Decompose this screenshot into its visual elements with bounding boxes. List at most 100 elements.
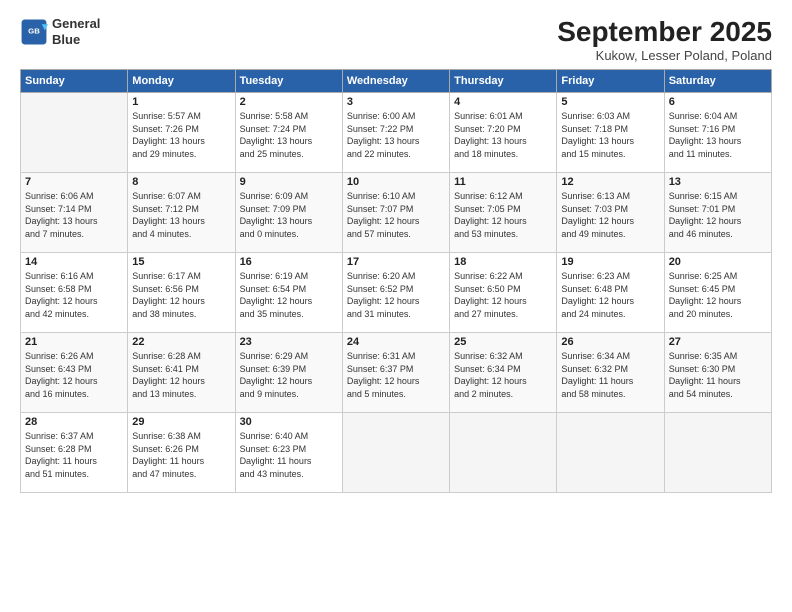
calendar-cell: 6 Sunrise: 6:04 AM Sunset: 7:16 PM Daylig…	[664, 93, 771, 173]
day-number: 10	[347, 176, 445, 188]
calendar-cell: 23Sunrise: 6:29 AM Sunset: 6:39 PM Dayli…	[235, 333, 342, 413]
calendar-cell: 18 Sunrise: 6:22 AM Sunset: 6:50 PM Dayli…	[450, 253, 557, 333]
calendar-cell: 27 Sunrise: 6:35 AM Sunset: 6:30 PM Dayli…	[664, 333, 771, 413]
day-info: Sunrise: 6:25 AM Sunset: 6:45 PM Dayligh…	[669, 270, 767, 320]
day-info: Sunrise: 5:57 AM Sunset: 7:26 PM Dayligh…	[132, 110, 230, 160]
calendar-cell	[342, 413, 449, 493]
calendar-cell: 19Sunrise: 6:23 AM Sunset: 6:48 PM Dayli…	[557, 253, 664, 333]
calendar-cell: 1 Sunrise: 5:57 AM Sunset: 7:26 PM Daylig…	[128, 93, 235, 173]
location-subtitle: Kukow, Lesser Poland, Poland	[557, 48, 772, 63]
calendar-cell: 29 Sunrise: 6:38 AM Sunset: 6:26 PM Dayli…	[128, 413, 235, 493]
calendar-cell: 30 Sunrise: 6:40 AM Sunset: 6:23 PM Dayli…	[235, 413, 342, 493]
logo-line2: Blue	[52, 32, 80, 47]
calendar-cell: 13 Sunrise: 6:15 AM Sunset: 7:01 PM Dayli…	[664, 173, 771, 253]
calendar-header-row: SundayMondayTuesdayWednesdayThursdayFrid…	[21, 70, 772, 93]
day-info: Sunrise: 6:01 AM Sunset: 7:20 PM Dayligh…	[454, 110, 552, 160]
calendar-cell: 9Sunrise: 6:09 AM Sunset: 7:09 PM Daylig…	[235, 173, 342, 253]
column-header-saturday: Saturday	[664, 70, 771, 93]
calendar-week-row: 7 Sunrise: 6:06 AM Sunset: 7:14 PM Daylig…	[21, 173, 772, 253]
calendar-cell: 20 Sunrise: 6:25 AM Sunset: 6:45 PM Dayli…	[664, 253, 771, 333]
calendar-cell	[450, 413, 557, 493]
day-number: 28	[25, 416, 123, 428]
calendar-cell: 10 Sunrise: 6:10 AM Sunset: 7:07 PM Dayli…	[342, 173, 449, 253]
day-number: 1	[132, 96, 230, 108]
calendar-cell: 22 Sunrise: 6:28 AM Sunset: 6:41 PM Dayli…	[128, 333, 235, 413]
calendar-cell	[21, 93, 128, 173]
column-header-monday: Monday	[128, 70, 235, 93]
calendar-cell: 24 Sunrise: 6:31 AM Sunset: 6:37 PM Dayli…	[342, 333, 449, 413]
day-number: 27	[669, 336, 767, 348]
day-number: 3	[347, 96, 445, 108]
calendar-cell: 2Sunrise: 5:58 AM Sunset: 7:24 PM Daylig…	[235, 93, 342, 173]
day-info: Sunrise: 6:38 AM Sunset: 6:26 PM Dayligh…	[132, 430, 230, 480]
day-info: Sunrise: 6:20 AM Sunset: 6:52 PM Dayligh…	[347, 270, 445, 320]
day-number: 23	[240, 336, 338, 348]
day-number: 18	[454, 256, 552, 268]
day-number: 20	[669, 256, 767, 268]
calendar-cell: 14Sunrise: 6:16 AM Sunset: 6:58 PM Dayli…	[21, 253, 128, 333]
logo-line1: General	[52, 16, 100, 31]
calendar-cell	[664, 413, 771, 493]
day-number: 15	[132, 256, 230, 268]
day-info: Sunrise: 6:28 AM Sunset: 6:41 PM Dayligh…	[132, 350, 230, 400]
calendar-cell: 4Sunrise: 6:01 AM Sunset: 7:20 PM Daylig…	[450, 93, 557, 173]
day-info: Sunrise: 6:35 AM Sunset: 6:30 PM Dayligh…	[669, 350, 767, 400]
calendar-cell	[557, 413, 664, 493]
day-number: 6	[669, 96, 767, 108]
day-info: Sunrise: 6:34 AM Sunset: 6:32 PM Dayligh…	[561, 350, 659, 400]
day-info: Sunrise: 6:26 AM Sunset: 6:43 PM Dayligh…	[25, 350, 123, 400]
day-info: Sunrise: 6:06 AM Sunset: 7:14 PM Dayligh…	[25, 190, 123, 240]
day-info: Sunrise: 6:00 AM Sunset: 7:22 PM Dayligh…	[347, 110, 445, 160]
calendar-cell: 12Sunrise: 6:13 AM Sunset: 7:03 PM Dayli…	[557, 173, 664, 253]
day-number: 16	[240, 256, 338, 268]
day-info: Sunrise: 6:15 AM Sunset: 7:01 PM Dayligh…	[669, 190, 767, 240]
day-number: 22	[132, 336, 230, 348]
column-header-sunday: Sunday	[21, 70, 128, 93]
calendar-cell: 3 Sunrise: 6:00 AM Sunset: 7:22 PM Daylig…	[342, 93, 449, 173]
logo-text: General Blue	[52, 16, 100, 47]
day-info: Sunrise: 6:19 AM Sunset: 6:54 PM Dayligh…	[240, 270, 338, 320]
day-number: 7	[25, 176, 123, 188]
calendar-cell: 26 Sunrise: 6:34 AM Sunset: 6:32 PM Dayli…	[557, 333, 664, 413]
calendar-cell: 25 Sunrise: 6:32 AM Sunset: 6:34 PM Dayli…	[450, 333, 557, 413]
day-number: 17	[347, 256, 445, 268]
day-info: Sunrise: 6:03 AM Sunset: 7:18 PM Dayligh…	[561, 110, 659, 160]
calendar-week-row: 14Sunrise: 6:16 AM Sunset: 6:58 PM Dayli…	[21, 253, 772, 333]
day-number: 12	[561, 176, 659, 188]
day-number: 24	[347, 336, 445, 348]
day-number: 26	[561, 336, 659, 348]
day-info: Sunrise: 6:31 AM Sunset: 6:37 PM Dayligh…	[347, 350, 445, 400]
day-number: 29	[132, 416, 230, 428]
day-info: Sunrise: 6:16 AM Sunset: 6:58 PM Dayligh…	[25, 270, 123, 320]
day-info: Sunrise: 6:04 AM Sunset: 7:16 PM Dayligh…	[669, 110, 767, 160]
calendar-cell: 21Sunrise: 6:26 AM Sunset: 6:43 PM Dayli…	[21, 333, 128, 413]
calendar-cell: 16 Sunrise: 6:19 AM Sunset: 6:54 PM Dayli…	[235, 253, 342, 333]
calendar-cell: 17 Sunrise: 6:20 AM Sunset: 6:52 PM Dayli…	[342, 253, 449, 333]
day-number: 8	[132, 176, 230, 188]
logo-icon: GB	[20, 18, 48, 46]
column-header-thursday: Thursday	[450, 70, 557, 93]
title-block: September 2025 Kukow, Lesser Poland, Pol…	[557, 16, 772, 63]
calendar-week-row: 21Sunrise: 6:26 AM Sunset: 6:43 PM Dayli…	[21, 333, 772, 413]
day-number: 13	[669, 176, 767, 188]
column-header-wednesday: Wednesday	[342, 70, 449, 93]
calendar-week-row: 28Sunrise: 6:37 AM Sunset: 6:28 PM Dayli…	[21, 413, 772, 493]
calendar-cell: 5Sunrise: 6:03 AM Sunset: 7:18 PM Daylig…	[557, 93, 664, 173]
day-info: Sunrise: 6:22 AM Sunset: 6:50 PM Dayligh…	[454, 270, 552, 320]
day-info: Sunrise: 5:58 AM Sunset: 7:24 PM Dayligh…	[240, 110, 338, 160]
day-number: 9	[240, 176, 338, 188]
calendar-cell: 15Sunrise: 6:17 AM Sunset: 6:56 PM Dayli…	[128, 253, 235, 333]
logo: GB General Blue	[20, 16, 100, 47]
day-info: Sunrise: 6:40 AM Sunset: 6:23 PM Dayligh…	[240, 430, 338, 480]
day-info: Sunrise: 6:12 AM Sunset: 7:05 PM Dayligh…	[454, 190, 552, 240]
calendar-container: GB General Blue September 2025 Kukow, Le…	[0, 0, 792, 612]
day-info: Sunrise: 6:23 AM Sunset: 6:48 PM Dayligh…	[561, 270, 659, 320]
day-info: Sunrise: 6:32 AM Sunset: 6:34 PM Dayligh…	[454, 350, 552, 400]
day-info: Sunrise: 6:10 AM Sunset: 7:07 PM Dayligh…	[347, 190, 445, 240]
calendar-table: SundayMondayTuesdayWednesdayThursdayFrid…	[20, 69, 772, 493]
day-number: 30	[240, 416, 338, 428]
day-number: 11	[454, 176, 552, 188]
day-number: 25	[454, 336, 552, 348]
calendar-cell: 8 Sunrise: 6:07 AM Sunset: 7:12 PM Daylig…	[128, 173, 235, 253]
day-info: Sunrise: 6:07 AM Sunset: 7:12 PM Dayligh…	[132, 190, 230, 240]
